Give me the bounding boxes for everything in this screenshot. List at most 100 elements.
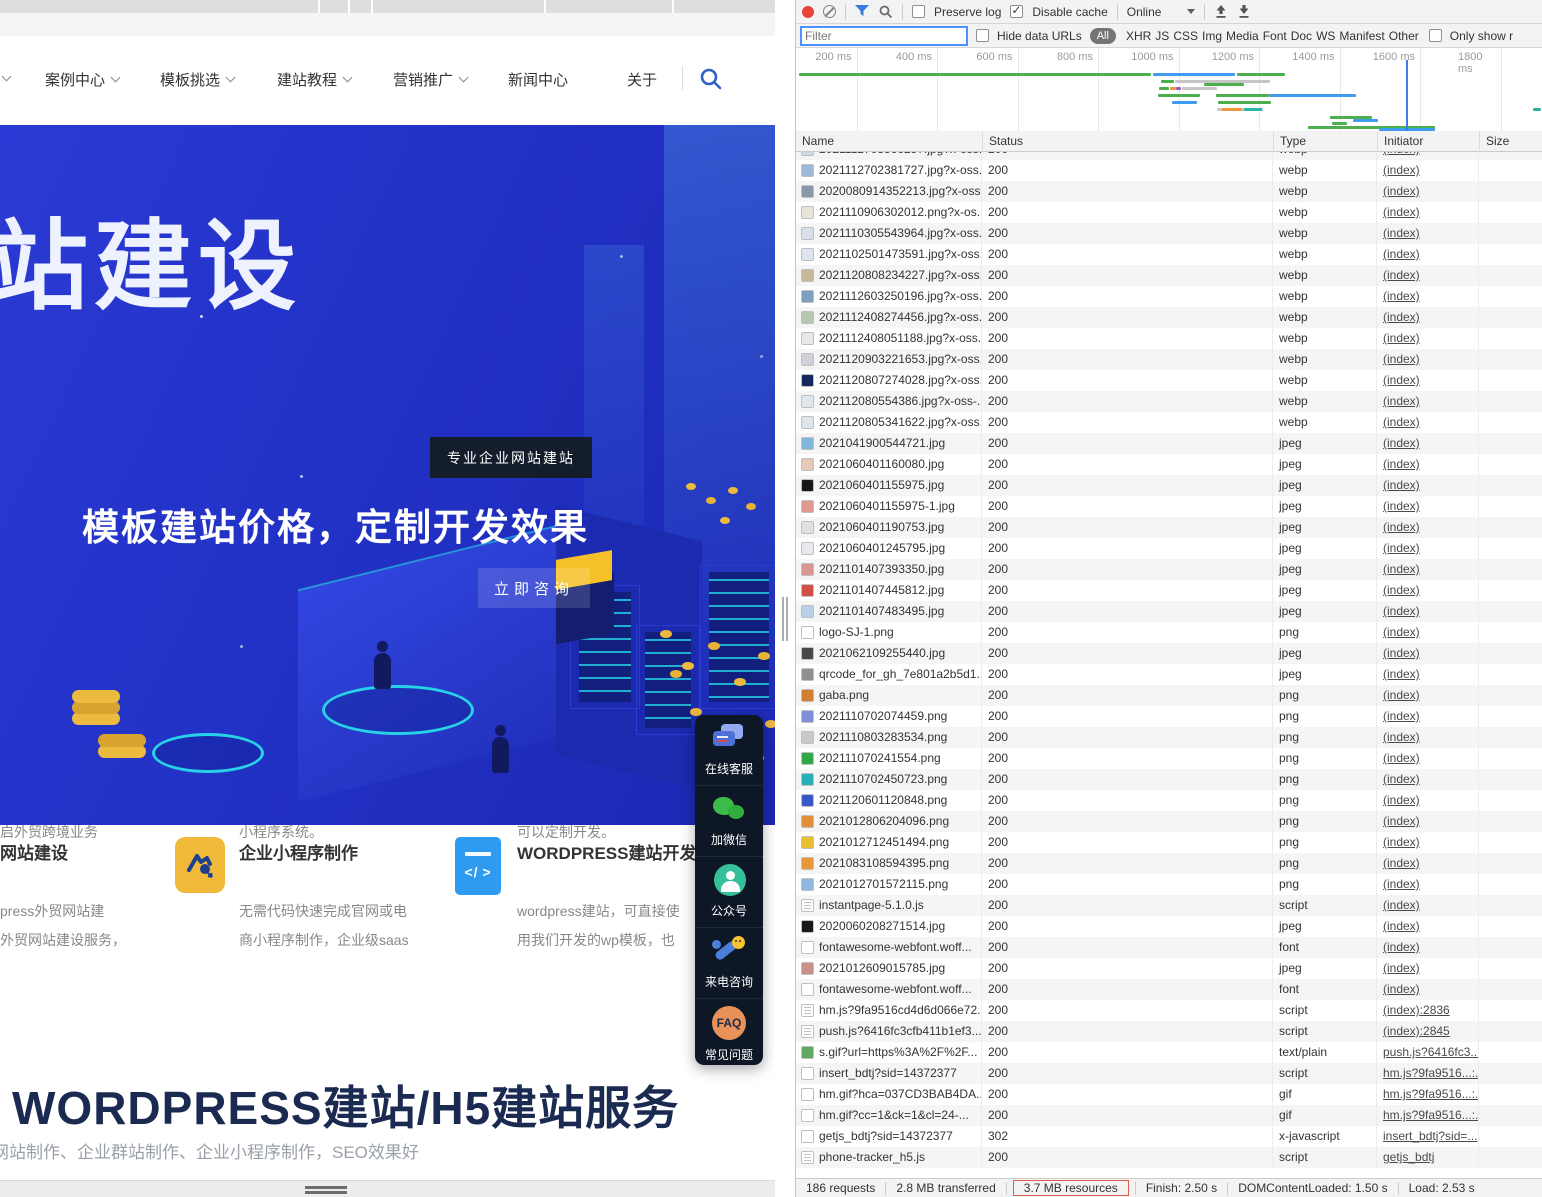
initiator-link[interactable]: (index) [1383,751,1420,765]
nav-item-建站教程[interactable]: 建站教程 [277,69,351,90]
initiator-link[interactable]: (index) [1383,856,1420,870]
initiator-link[interactable]: (index) [1383,205,1420,219]
table-row[interactable]: 2021120807274028.jpg?x-oss...200webp(ind… [796,370,1542,391]
table-row[interactable]: 2021112702381727.jpg?x-oss...200webp(ind… [796,160,1542,181]
nav-item-案例中心[interactable]: 案例中心 [45,69,119,90]
filter-funnel-icon[interactable] [855,5,870,18]
initiator-link[interactable]: getjs_bdtj [1383,1150,1434,1164]
table-row[interactable]: 2021012701572115.png200png(index) [796,874,1542,895]
initiator-link[interactable]: (index) [1383,772,1420,786]
initiator-link[interactable]: (index) [1383,184,1420,198]
nav-item-模板挑选[interactable]: 模板挑选 [160,69,234,90]
initiator-link[interactable]: hm.js?9fa9516...:... [1383,1066,1479,1080]
initiator-link[interactable]: (index) [1383,688,1420,702]
initiator-link[interactable]: (index) [1383,289,1420,303]
table-row[interactable]: 2021112703566257.jpg?x-oss...200webp(ind… [796,152,1542,160]
filter-type-Other[interactable]: Other [1389,29,1419,43]
search-icon[interactable] [879,5,893,19]
record-icon[interactable] [802,6,814,18]
initiator-link[interactable]: (index) [1383,541,1420,555]
initiator-link[interactable]: (index) [1383,226,1420,240]
nav-item-新闻中心[interactable]: 新闻中心 [508,69,568,90]
filter-type-all[interactable]: All [1090,28,1116,44]
table-row[interactable]: 2021120808234227.jpg?x-oss...200webp(ind… [796,265,1542,286]
initiator-link[interactable]: (index) [1383,310,1420,324]
initiator-link[interactable]: (index) [1383,646,1420,660]
table-row[interactable]: 2021101407393350.jpg200jpeg(index) [796,559,1542,580]
initiator-link[interactable]: (index) [1383,982,1420,996]
table-row[interactable]: 2021083108594395.png200png(index) [796,853,1542,874]
clear-icon[interactable] [823,5,836,18]
table-row[interactable]: 2021120903221653.jpg?x-oss...200webp(ind… [796,349,1542,370]
table-row[interactable]: fontawesome-webfont.woff...200font(index… [796,937,1542,958]
table-row[interactable]: 2021062109255440.jpg200jpeg(index) [796,643,1542,664]
table-row[interactable]: fontawesome-webfont.woff...200font(index… [796,979,1542,1000]
initiator-link[interactable]: (index) [1383,625,1420,639]
filter-type-WS[interactable]: WS [1316,29,1335,43]
widget-item-phone[interactable]: 来电咨询 [695,928,763,999]
table-row[interactable]: 2021012609015785.jpg200jpeg(index) [796,958,1542,979]
widget-item-chat[interactable]: 在线客服 [695,715,763,786]
column-header-name[interactable]: Name [796,131,982,152]
table-row[interactable]: 2021110305543964.jpg?x-oss...200webp(ind… [796,223,1542,244]
filter-type-Font[interactable]: Font [1263,29,1287,43]
table-row[interactable]: gaba.png200png(index) [796,685,1542,706]
initiator-link[interactable]: (index) [1383,152,1420,156]
table-row[interactable]: 2021120805341622.jpg?x-oss...200webp(ind… [796,412,1542,433]
column-header-status[interactable]: Status [982,131,1273,152]
initiator-link[interactable]: (index) [1383,919,1420,933]
column-header-initiator[interactable]: Initiator [1377,131,1479,152]
throttling-dropdown[interactable]: Online [1127,5,1196,19]
only-show-checkbox[interactable] [1429,29,1442,42]
widget-item-wechat[interactable]: 加微信 [695,786,763,857]
table-row[interactable]: 202111070241554.png200png(index) [796,748,1542,769]
initiator-link[interactable]: (index) [1383,940,1420,954]
browser-tabstrip[interactable] [0,0,775,13]
only-show-label[interactable]: Only show r [1450,29,1513,43]
table-row[interactable]: 2020080914352213.jpg?x-oss...200webp(ind… [796,181,1542,202]
filter-type-JS[interactable]: JS [1155,29,1169,43]
nav-item-营销推广[interactable]: 营销推广 [393,69,467,90]
table-row[interactable]: s.gif?url=https%3A%2F%2F...200text/plain… [796,1042,1542,1063]
filter-type-Media[interactable]: Media [1226,29,1259,43]
table-row[interactable]: phone-tracker_h5.js200scriptgetjs_bdtj [796,1147,1542,1168]
initiator-link[interactable]: (index) [1383,436,1420,450]
filter-type-Img[interactable]: Img [1202,29,1222,43]
table-row[interactable]: 2021060401155975.jpg200jpeg(index) [796,475,1542,496]
table-row[interactable]: 2021112408274456.jpg?x-oss...200webp(ind… [796,307,1542,328]
nav-item-关于[interactable]: 关于 [627,69,657,90]
table-row[interactable]: hm.gif?cc=1&ck=1&cl=24-...200gifhm.js?9f… [796,1105,1542,1126]
initiator-link[interactable]: (index) [1383,415,1420,429]
table-row[interactable]: 202112080554386.jpg?x-oss-...200webp(ind… [796,391,1542,412]
initiator-link[interactable]: (index):2836 [1383,1003,1450,1017]
table-row[interactable]: 2021060401245795.jpg200jpeg(index) [796,538,1542,559]
filter-type-XHR[interactable]: XHR [1126,29,1151,43]
table-row[interactable]: 2021101407483495.jpg200jpeg(index) [796,601,1542,622]
initiator-link[interactable]: (index) [1383,499,1420,513]
consult-now-button[interactable]: 立即咨询 [478,568,590,608]
table-row[interactable]: getjs_bdtj?sid=14372377302x-javascriptin… [796,1126,1542,1147]
search-icon[interactable] [698,66,724,92]
widget-item-faq[interactable]: FAQ常见问题 [695,999,763,1065]
initiator-link[interactable]: insert_bdtj?sid=... [1383,1129,1477,1143]
initiator-link[interactable]: (index) [1383,877,1420,891]
hide-data-urls-label[interactable]: Hide data URLs [997,29,1082,43]
initiator-link[interactable]: (index) [1383,352,1420,366]
table-row[interactable]: 2021110906302012.png?x-os...200webp(inde… [796,202,1542,223]
preserve-log-label[interactable]: Preserve log [934,5,1001,19]
table-row[interactable]: 2021012806204096.png200png(index) [796,811,1542,832]
export-har-icon[interactable] [1237,4,1251,19]
splitter-handle-icon[interactable] [782,597,784,641]
drag-handle[interactable] [305,1186,347,1189]
table-row[interactable]: 2021112408051188.jpg?x-oss...200webp(ind… [796,328,1542,349]
initiator-link[interactable]: (index) [1383,814,1420,828]
initiator-link[interactable]: hm.js?9fa9516...:... [1383,1108,1479,1122]
initiator-link[interactable]: (index) [1383,478,1420,492]
table-row[interactable]: 2021112603250196.jpg?x-oss...200webp(ind… [796,286,1542,307]
initiator-link[interactable]: (index) [1383,268,1420,282]
initiator-link[interactable]: (index) [1383,520,1420,534]
initiator-link[interactable]: (index) [1383,961,1420,975]
initiator-link[interactable]: (index) [1383,709,1420,723]
initiator-link[interactable]: (index) [1383,373,1420,387]
filter-type-CSS[interactable]: CSS [1173,29,1198,43]
